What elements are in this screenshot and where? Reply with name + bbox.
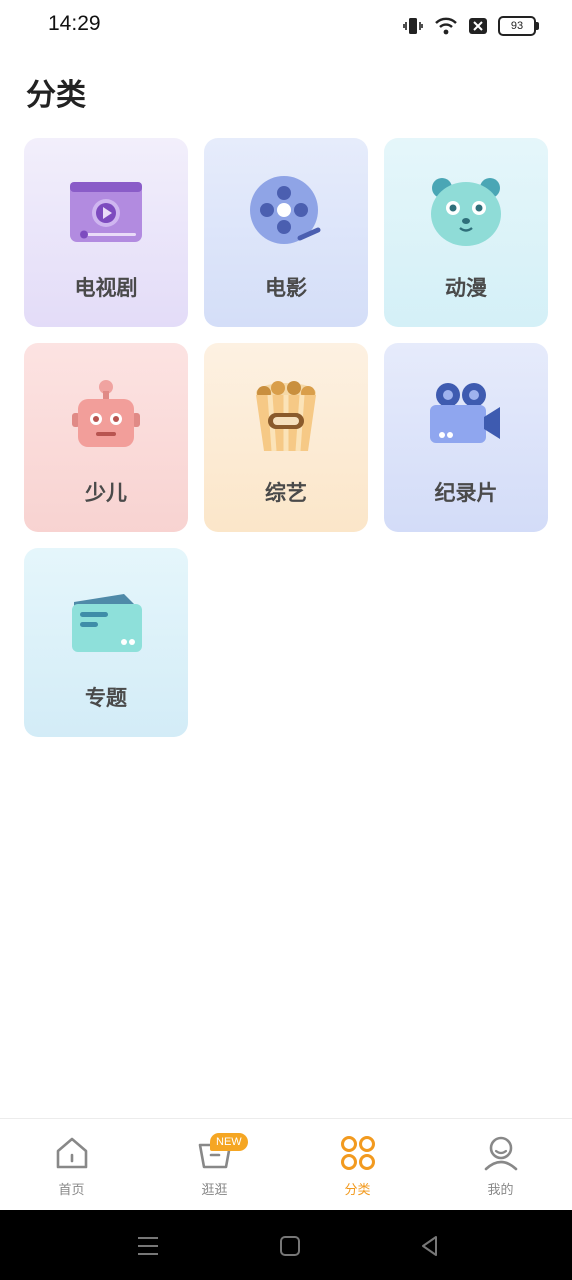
- category-label: 动漫: [445, 276, 487, 300]
- category-label: 电影: [265, 276, 307, 300]
- new-badge: NEW: [210, 1133, 248, 1151]
- nav-item-category[interactable]: 分类: [286, 1119, 429, 1211]
- wifi-icon: [435, 17, 457, 35]
- sim-disabled-icon: [469, 18, 487, 34]
- category-tile-tv[interactable]: 电视剧: [24, 138, 188, 327]
- menu-icon[interactable]: [134, 1232, 162, 1260]
- bottom-nav: 首页 逛逛 分类 我的 NEW: [0, 1118, 572, 1211]
- category-tile-topics[interactable]: 专题: [24, 548, 188, 737]
- nav-label: 逛逛: [201, 1183, 228, 1198]
- system-nav-bar: [0, 1210, 572, 1280]
- tv-play-icon: [70, 182, 142, 242]
- nav-label: 分类: [344, 1183, 371, 1198]
- status-bar: 14:29 93: [0, 0, 572, 52]
- back-triangle-icon[interactable]: [416, 1232, 444, 1260]
- battery-indicator: 93: [498, 16, 539, 36]
- nav-item-home[interactable]: 首页: [0, 1119, 143, 1211]
- category-tile-anime[interactable]: 动漫: [384, 138, 548, 327]
- category-circles-icon: [341, 1136, 375, 1170]
- nav-label: 首页: [58, 1183, 85, 1198]
- category-tile-kids[interactable]: 少儿: [24, 343, 188, 532]
- category-tile-movie[interactable]: 电影: [204, 138, 368, 327]
- robot-icon: [72, 380, 140, 447]
- home-icon: [56, 1137, 88, 1169]
- category-label: 少儿: [85, 481, 127, 505]
- category-tile-documentary[interactable]: 纪录片: [384, 343, 548, 532]
- battery-level: 93: [510, 20, 524, 32]
- page-title: 分类: [26, 78, 86, 113]
- vibrate-icon: [403, 18, 423, 34]
- category-tile-variety[interactable]: 综艺: [204, 343, 368, 532]
- user-icon: [484, 1136, 518, 1171]
- category-label: 综艺: [265, 481, 307, 505]
- category-label: 电视剧: [74, 276, 138, 300]
- nav-label: 我的: [487, 1183, 514, 1198]
- nav-item-profile[interactable]: 我的: [429, 1119, 572, 1211]
- folder-card-icon: [72, 594, 142, 652]
- category-label: 纪录片: [434, 481, 498, 505]
- film-reel-icon: [250, 176, 321, 244]
- home-square-icon[interactable]: [276, 1232, 304, 1260]
- category-label: 专题: [85, 686, 127, 710]
- popcorn-icon: [256, 381, 316, 452]
- bear-face-icon: [431, 178, 501, 246]
- status-time: 14:29: [48, 12, 101, 35]
- status-icons: 93: [402, 14, 539, 38]
- video-camera-icon: [430, 383, 500, 443]
